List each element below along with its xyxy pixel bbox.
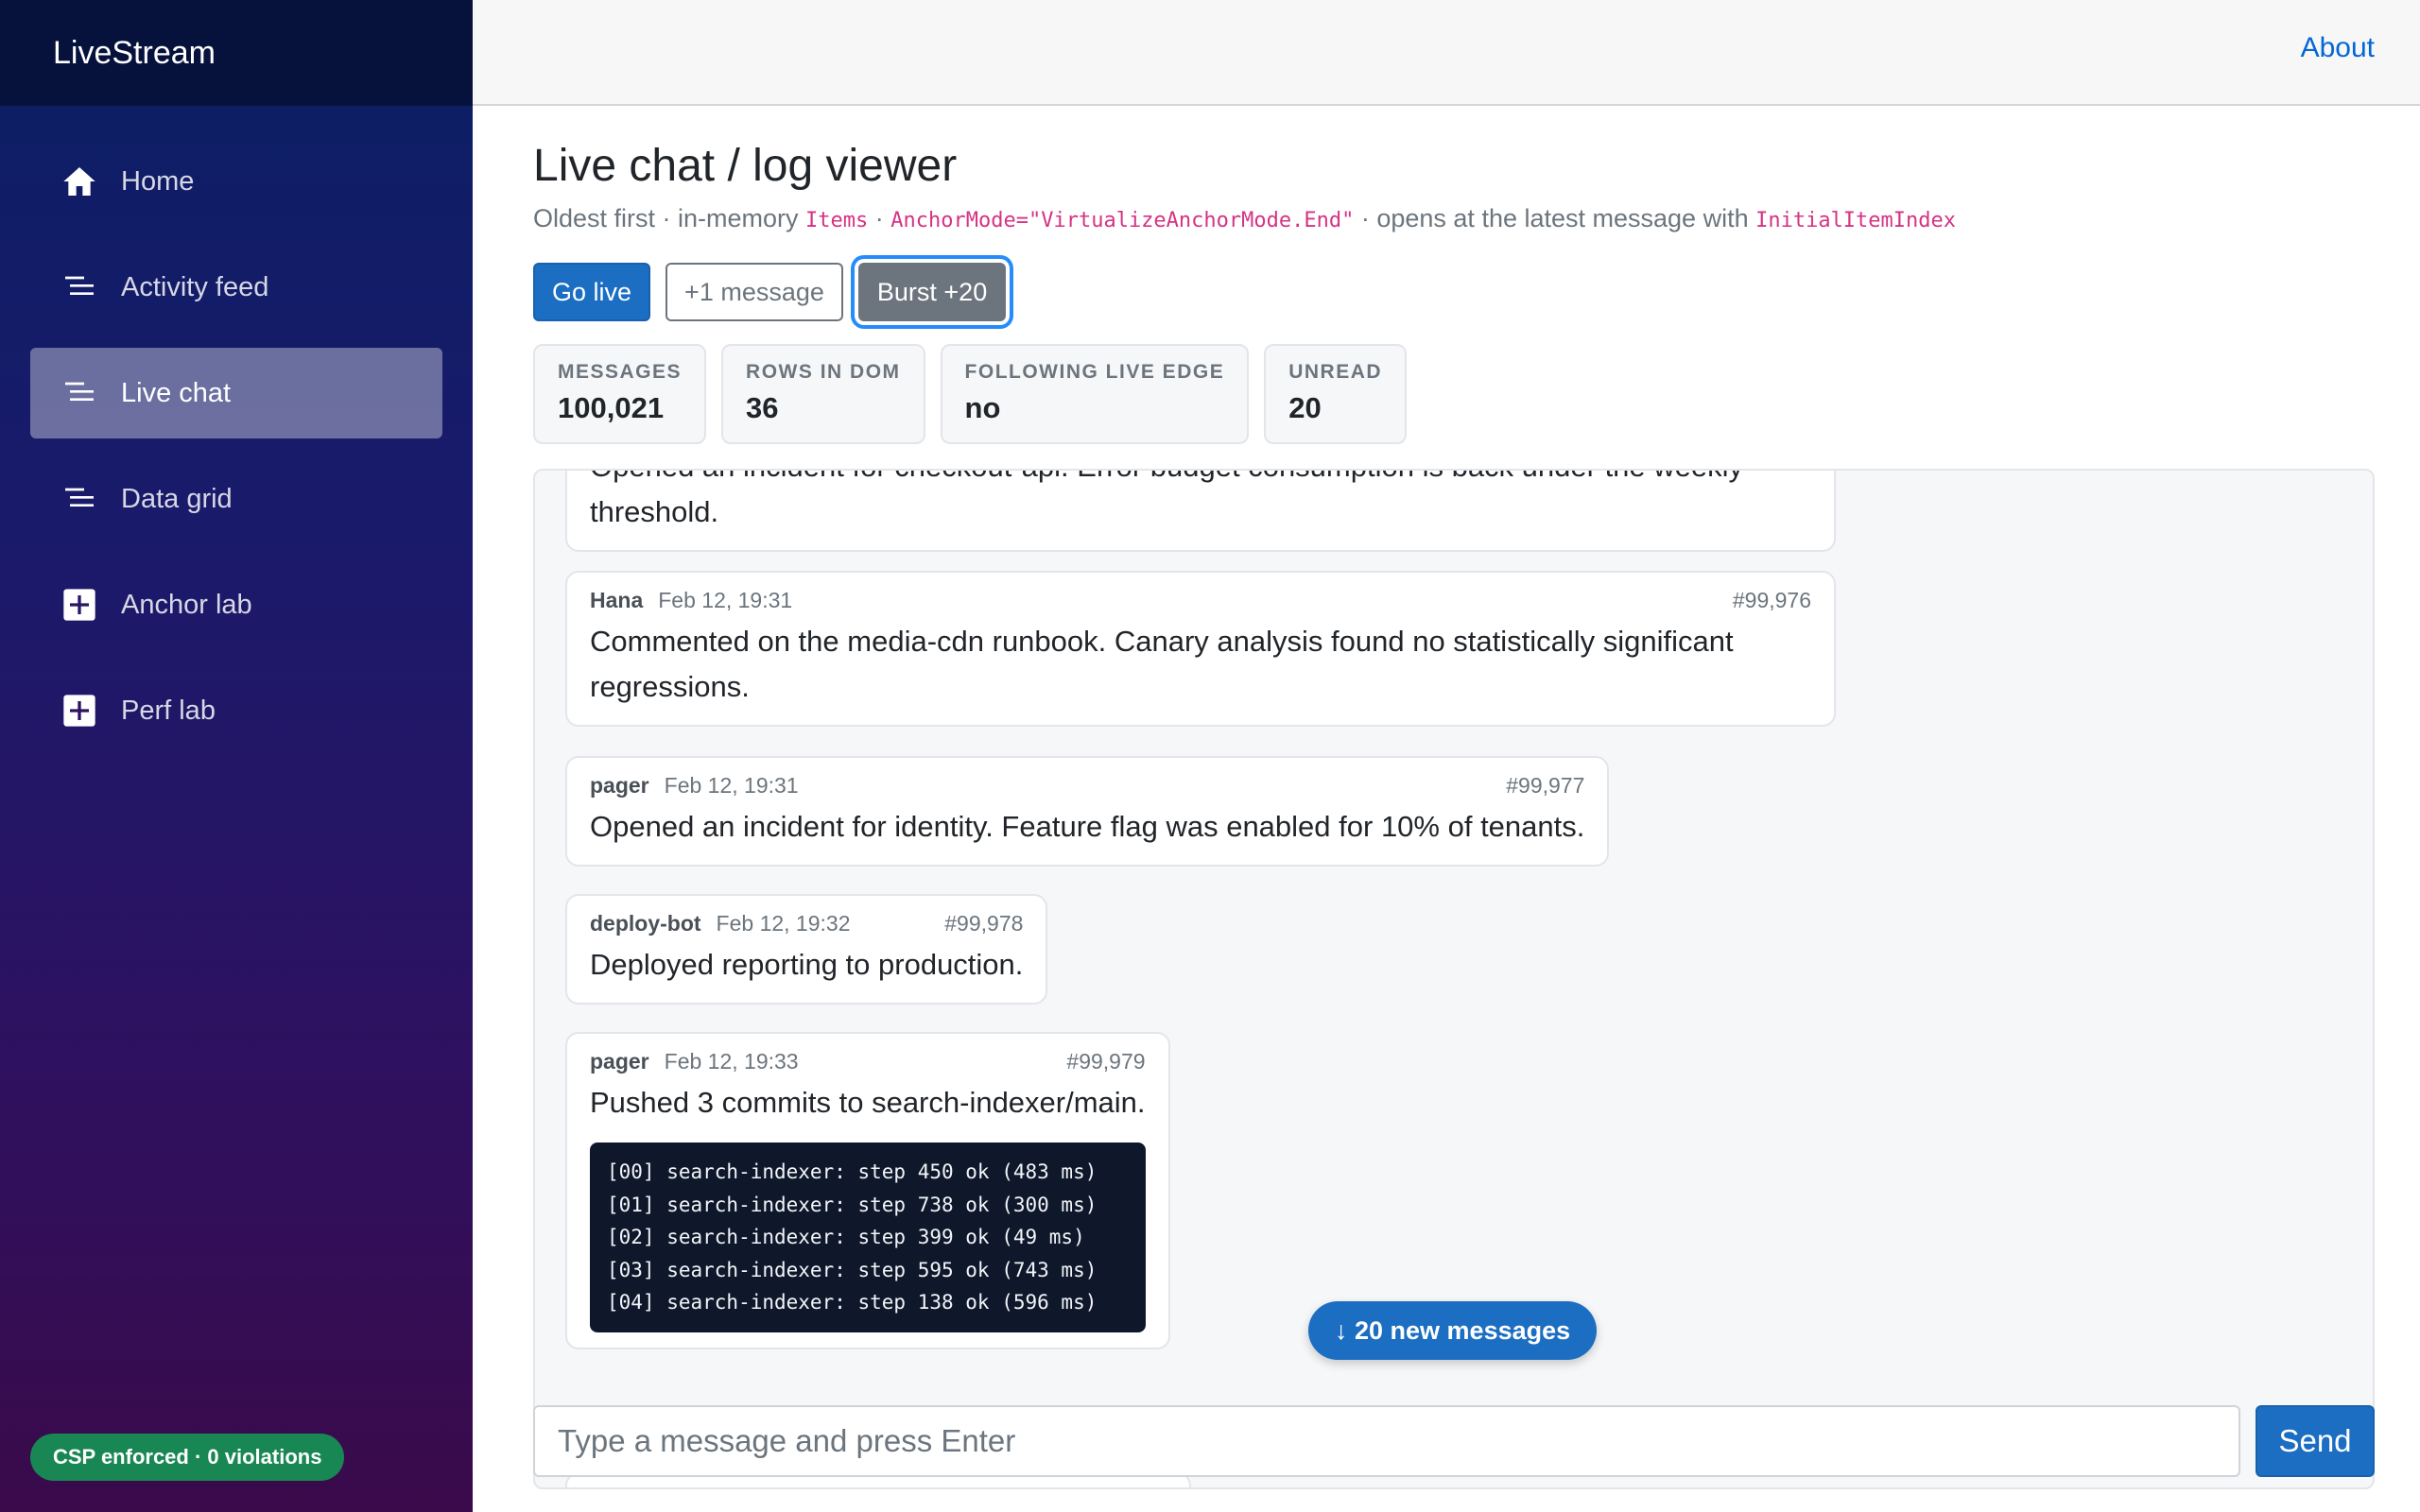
message-header: pager Feb 12, 19:33 #99,979 xyxy=(590,1049,1146,1074)
brand-bar: LiveStream xyxy=(0,0,473,106)
home-icon xyxy=(60,163,98,200)
plus-icon xyxy=(60,586,98,624)
page-title: Live chat / log viewer xyxy=(533,141,958,191)
code-line: [01] search-indexer: step 738 ok (300 ms… xyxy=(607,1193,1098,1216)
message-body: Deployed reporting to production. xyxy=(590,948,1024,981)
subtitle-code-anchor-mode: AnchorMode="VirtualizeAnchorMode.End" xyxy=(890,209,1355,232)
sidebar-item-perf-lab[interactable]: Perf lab xyxy=(30,665,442,756)
message-id: #99,978 xyxy=(944,911,1024,936)
list-icon xyxy=(60,374,98,412)
message-composer: Send xyxy=(533,1405,2375,1477)
stat-value: 100,021 xyxy=(558,391,665,424)
stat-label: FOLLOWING LIVE EDGE xyxy=(964,361,1225,383)
message-body: Pushed 3 commits to search-indexer/main. xyxy=(590,1086,1146,1119)
message-body: Opened an incident for checkout-api. Err… xyxy=(590,471,1743,528)
list-item: pager Feb 12, 19:33 #99,979 Pushed 3 com… xyxy=(565,1032,1170,1349)
sidebar-item-activity-feed[interactable]: Activity feed xyxy=(30,242,442,333)
page-subtitle: Oldest first · in-memory Items · AnchorM… xyxy=(533,204,1956,233)
stat-messages: MESSAGES 100,021 xyxy=(533,344,707,444)
burst-button[interactable]: Burst +20 xyxy=(857,263,1007,321)
list-item: deploy-bot Feb 12, 19:32 #99,978 Deploye… xyxy=(565,894,1048,1005)
message-time: Feb 12, 19:31 xyxy=(664,773,799,798)
message-author: pager xyxy=(590,1049,649,1074)
subtitle-code-items: Items xyxy=(805,209,869,232)
stat-following-live-edge: FOLLOWING LIVE EDGE no xyxy=(940,344,1250,444)
message-author: pager xyxy=(590,773,649,798)
sidebar-item-label: Anchor lab xyxy=(121,589,252,620)
action-buttons: Go live +1 message Burst +20 xyxy=(533,263,1007,321)
message-header: deploy-bot Feb 12, 19:32 #99,978 xyxy=(590,911,1023,936)
top-bar: About xyxy=(473,0,2420,106)
message-body: Opened an incident for identity. Feature… xyxy=(590,810,1585,843)
list-item: Opened an incident for checkout-api. Err… xyxy=(565,471,1836,552)
stat-value: 36 xyxy=(746,391,779,424)
sidebar-nav: Home Activity feed Live chat Data grid A… xyxy=(0,106,473,801)
sidebar-item-label: Data grid xyxy=(121,483,233,514)
stat-unread: UNREAD 20 xyxy=(1264,344,1408,444)
list-item: Hana Feb 12, 19:31 #99,976 Commented on … xyxy=(565,571,1836,727)
plus-icon xyxy=(60,692,98,730)
stat-label: UNREAD xyxy=(1288,361,1383,383)
sidebar-item-label: Home xyxy=(121,165,195,197)
sidebar-item-label: Activity feed xyxy=(121,271,269,302)
message-time: Feb 12, 19:32 xyxy=(716,911,851,936)
subtitle-text: · opens at the latest message with xyxy=(1354,204,1756,232)
message-time: Feb 12, 19:33 xyxy=(664,1049,799,1074)
stat-value: no xyxy=(964,391,1001,424)
subtitle-text: Oldest first · in-memory xyxy=(533,204,806,232)
subtitle-text: · xyxy=(868,204,891,232)
about-link[interactable]: About xyxy=(2301,32,2375,64)
sidebar-item-label: Live chat xyxy=(121,377,232,408)
sidebar: LiveStream Home Activity feed Live chat … xyxy=(0,0,473,1512)
message-author: deploy-bot xyxy=(590,911,701,936)
stat-label: ROWS IN DOM xyxy=(746,361,901,383)
message-id: #99,979 xyxy=(1066,1049,1146,1074)
send-button[interactable]: Send xyxy=(2256,1405,2375,1477)
message-body: Commented on the media-cdn runbook. Cana… xyxy=(590,625,1734,703)
code-line: [03] search-indexer: step 595 ok (743 ms… xyxy=(607,1258,1098,1281)
sidebar-item-data-grid[interactable]: Data grid xyxy=(30,454,442,544)
message-time: Feb 12, 19:31 xyxy=(658,588,793,612)
stat-value: 20 xyxy=(1288,391,1322,424)
list-item: pager Feb 12, 19:31 #99,977 Opened an in… xyxy=(565,756,1610,867)
subtitle-code-initial-item-index: InitialItemIndex xyxy=(1755,209,1957,232)
message-header: Hana Feb 12, 19:31 #99,976 xyxy=(590,588,1811,613)
brand-logo[interactable]: LiveStream xyxy=(53,35,216,72)
code-line: [02] search-indexer: step 399 ok (49 ms) xyxy=(607,1226,1085,1248)
sidebar-item-live-chat[interactable]: Live chat xyxy=(30,348,442,438)
stat-rows-in-dom: ROWS IN DOM 36 xyxy=(721,344,925,444)
sidebar-item-anchor-lab[interactable]: Anchor lab xyxy=(30,559,442,650)
add-one-message-button[interactable]: +1 message xyxy=(666,263,843,321)
stats-row: MESSAGES 100,021 ROWS IN DOM 36 FOLLOWIN… xyxy=(533,344,1408,444)
new-messages-button[interactable]: ↓ 20 new messages xyxy=(1308,1301,1598,1360)
message-input[interactable] xyxy=(533,1405,2240,1477)
code-line: [00] search-indexer: step 450 ok (483 ms… xyxy=(607,1160,1098,1183)
message-header: pager Feb 12, 19:31 #99,977 xyxy=(590,773,1584,799)
go-live-button[interactable]: Go live xyxy=(533,263,651,321)
message-author: Hana xyxy=(590,588,644,612)
message-id: #99,977 xyxy=(1506,773,1585,798)
sidebar-item-home[interactable]: Home xyxy=(30,136,442,227)
list-icon xyxy=(60,480,98,518)
list-icon xyxy=(60,268,98,306)
csp-status-badge: CSP enforced · 0 violations xyxy=(30,1434,345,1481)
message-id: #99,976 xyxy=(1732,588,1811,612)
sidebar-item-label: Perf lab xyxy=(121,695,216,726)
stat-label: MESSAGES xyxy=(558,361,683,383)
code-line: [04] search-indexer: step 138 ok (596 ms… xyxy=(607,1291,1098,1314)
code-block: [00] search-indexer: step 450 ok (483 ms… xyxy=(590,1143,1146,1332)
